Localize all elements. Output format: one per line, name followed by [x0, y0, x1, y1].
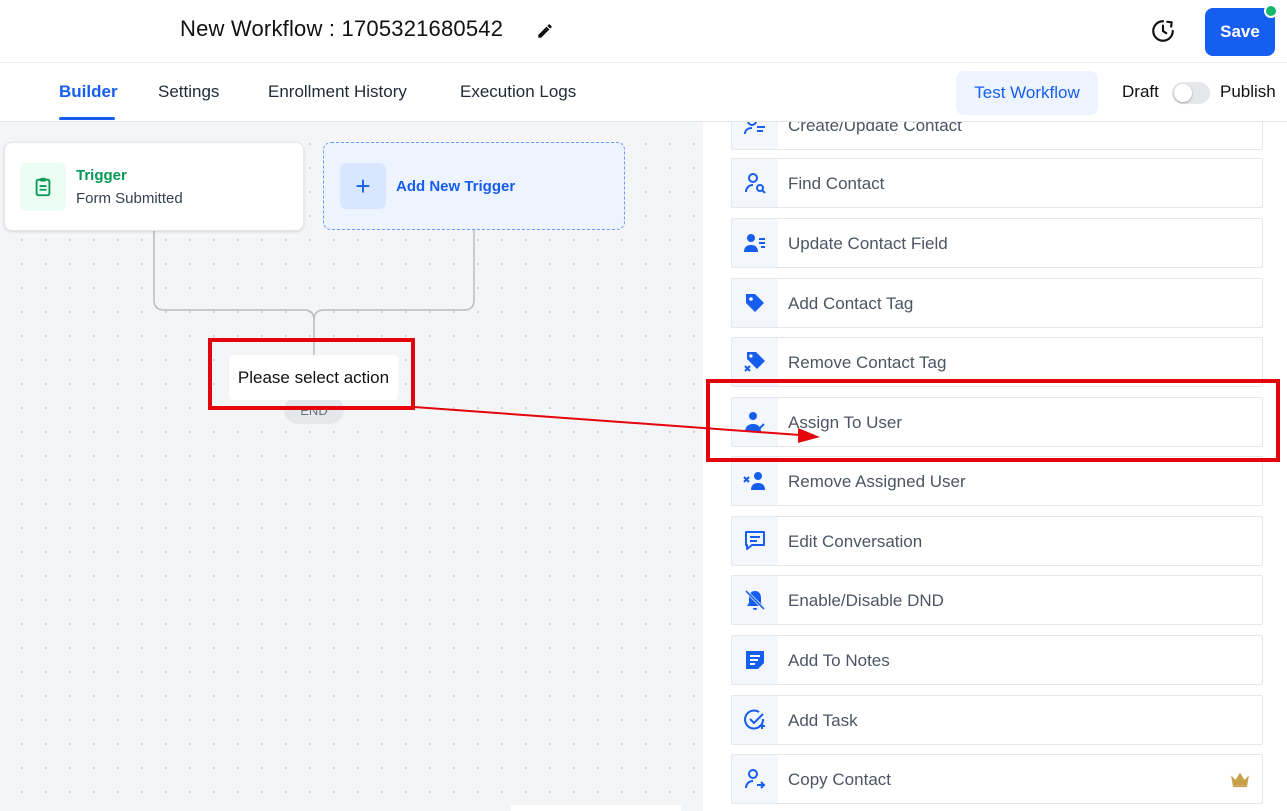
action-icon-cell	[732, 279, 778, 327]
action-label: Remove Assigned User	[788, 472, 966, 491]
action-remove-assigned-user[interactable]: Remove Assigned User	[731, 456, 1263, 506]
action-icon-cell	[732, 576, 778, 624]
action-add-to-notes[interactable]: Add To Notes	[731, 635, 1263, 685]
action-find-contact[interactable]: Find Contact	[731, 158, 1263, 208]
contact-edit-icon	[744, 122, 765, 135]
tab-execution-logs[interactable]: Execution Logs	[460, 82, 576, 102]
crown-icon	[1231, 772, 1249, 788]
tab-enrollment-history[interactable]: Enrollment History	[268, 82, 407, 102]
workflow-canvas[interactable]: Trigger Form Submitted + Add New Trigger…	[0, 122, 703, 811]
add-task-icon	[744, 709, 765, 730]
action-icon-cell	[732, 517, 778, 565]
action-icon-cell	[732, 755, 778, 803]
active-tab-indicator	[59, 117, 115, 120]
action-label: Edit Conversation	[788, 532, 923, 551]
test-workflow-button[interactable]: Test Workflow	[956, 71, 1098, 115]
top-bar: New Workflow : 1705321680542 Save	[0, 0, 1287, 63]
action-label: Create/Update Contact	[788, 122, 962, 135]
tab-settings[interactable]: Settings	[158, 82, 219, 102]
tab-builder[interactable]: Builder	[59, 82, 118, 102]
action-label: Find Contact	[788, 174, 885, 193]
action-label: Update Contact Field	[788, 234, 948, 253]
toggle-knob	[1174, 84, 1192, 102]
remove-user-icon	[743, 472, 765, 490]
clipboard-icon	[35, 177, 51, 197]
status-dot	[1264, 4, 1278, 18]
conversation-icon	[745, 531, 765, 550]
add-trigger-label: Add New Trigger	[396, 178, 516, 195]
pencil-icon[interactable]	[536, 22, 554, 40]
find-contact-icon	[745, 173, 766, 194]
trigger-title: Trigger	[76, 167, 127, 184]
annotation-highlight-select-action	[208, 338, 415, 410]
add-new-trigger-button[interactable]: + Add New Trigger	[323, 142, 625, 230]
action-icon-cell	[732, 696, 778, 744]
publish-label: Publish	[1220, 82, 1276, 101]
notes-icon	[746, 651, 764, 669]
tag-icon	[746, 294, 764, 312]
trigger-subtitle: Form Submitted	[76, 190, 183, 207]
action-copy-contact[interactable]: Copy Contact	[731, 754, 1263, 804]
draft-label: Draft	[1122, 82, 1159, 101]
action-icon-cell	[732, 122, 778, 149]
action-edit-conversation[interactable]: Edit Conversation	[731, 516, 1263, 566]
action-enable-disable-dnd[interactable]: Enable/Disable DND	[731, 575, 1263, 625]
action-label: Remove Contact Tag	[788, 353, 947, 372]
workflow-title[interactable]: New Workflow : 1705321680542	[180, 16, 503, 42]
publish-toggle[interactable]	[1172, 82, 1210, 104]
action-icon-cell	[732, 219, 778, 267]
action-icon-cell	[732, 636, 778, 684]
action-icon-cell	[732, 457, 778, 505]
dnd-bell-icon	[744, 589, 766, 611]
action-add-contact-tag[interactable]: Add Contact Tag	[731, 278, 1263, 328]
action-create-update-contact[interactable]: Create/Update Contact	[731, 122, 1263, 150]
action-add-task[interactable]: Add Task	[731, 695, 1263, 745]
history-clock-icon[interactable]	[1150, 18, 1176, 44]
plus-icon: +	[340, 163, 386, 209]
trigger-card[interactable]: Trigger Form Submitted	[4, 142, 304, 231]
action-label: Add Contact Tag	[788, 294, 914, 313]
actions-panel: Create/Update Contact Find Contact Updat…	[703, 122, 1287, 811]
action-icon-cell	[732, 159, 778, 207]
canvas-controls-strip	[511, 805, 681, 811]
tabs-bar: Builder Settings Enrollment History Exec…	[0, 63, 1287, 122]
action-label: Add To Notes	[788, 651, 890, 670]
action-update-contact-field[interactable]: Update Contact Field	[731, 218, 1263, 268]
trigger-icon-box	[20, 163, 66, 211]
copy-contact-icon	[745, 769, 766, 789]
action-label: Add Task	[788, 711, 858, 730]
remove-tag-icon	[744, 352, 765, 372]
action-label: Copy Contact	[788, 770, 891, 789]
annotation-highlight-assign-user	[706, 379, 1280, 462]
action-label: Enable/Disable DND	[788, 591, 944, 610]
update-contact-field-icon	[744, 234, 765, 252]
